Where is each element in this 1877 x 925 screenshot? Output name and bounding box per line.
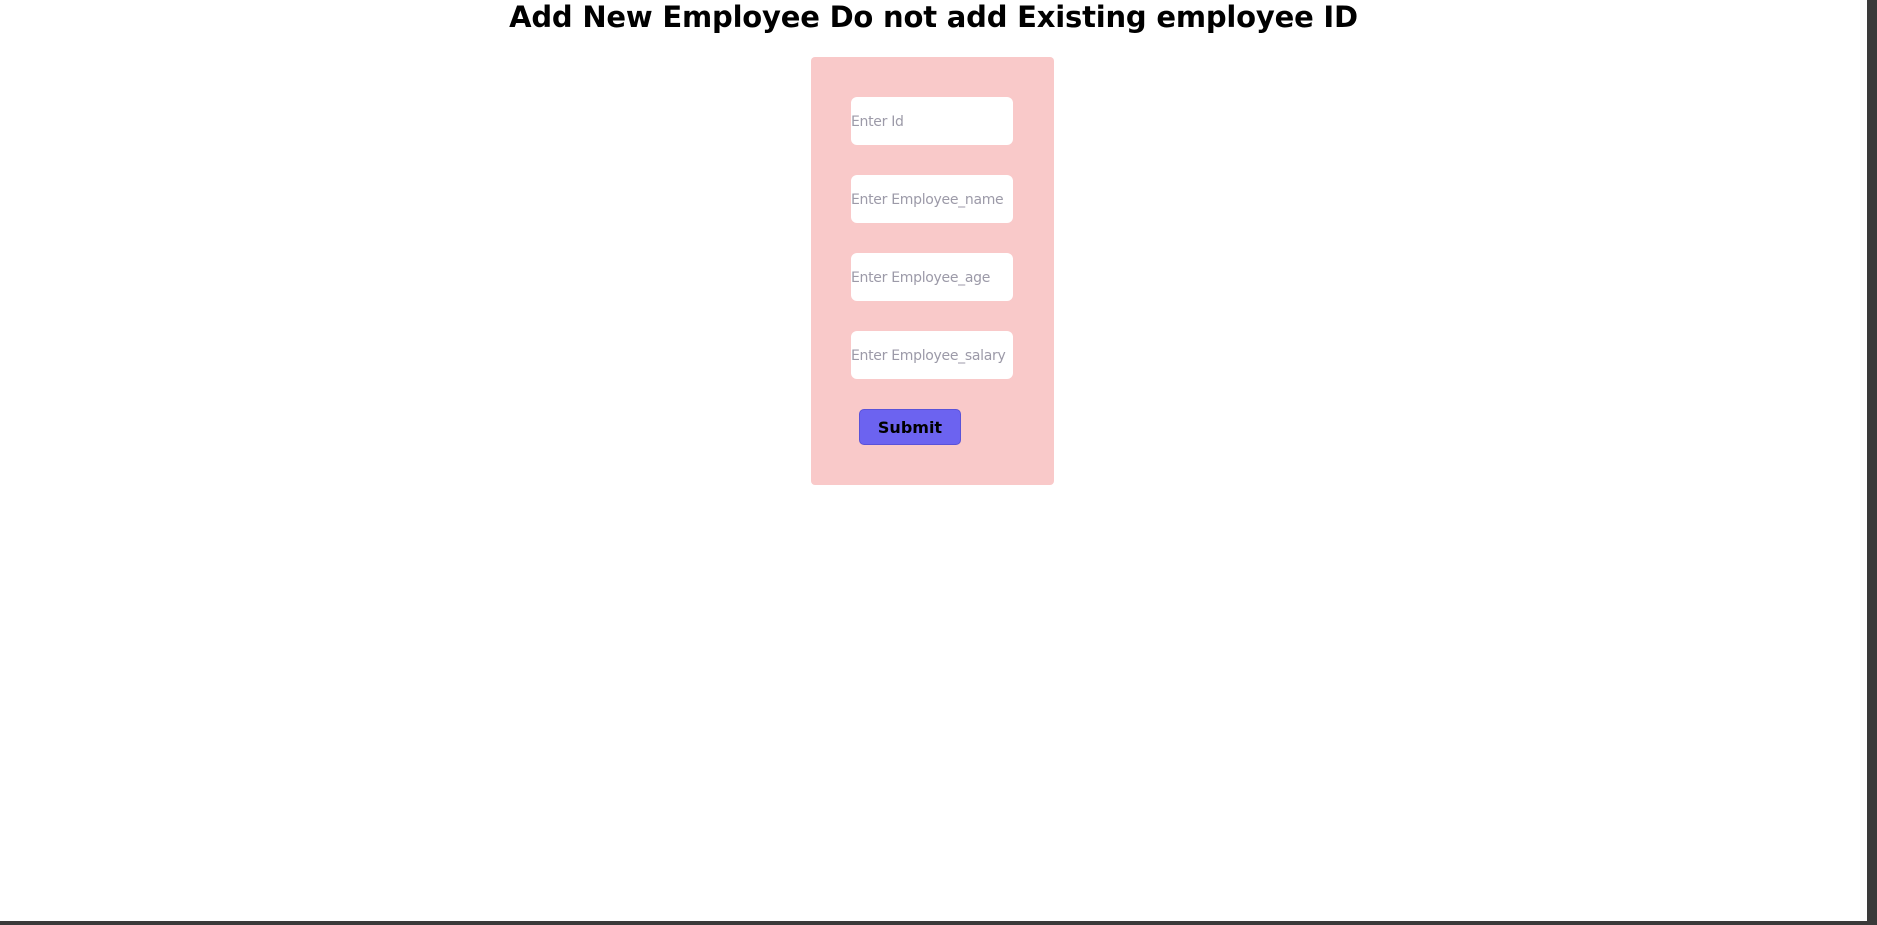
employee-salary-input[interactable] [851, 331, 1013, 379]
submit-button[interactable]: Submit [859, 409, 961, 445]
employee-name-input[interactable] [851, 175, 1013, 223]
employee-id-input[interactable] [851, 97, 1013, 145]
page-title: Add New Employee Do not add Existing emp… [509, 0, 1358, 34]
add-employee-form: Submit [811, 57, 1054, 485]
employee-age-input[interactable] [851, 253, 1013, 301]
browser-viewport: Add New Employee Do not add Existing emp… [0, 0, 1867, 921]
